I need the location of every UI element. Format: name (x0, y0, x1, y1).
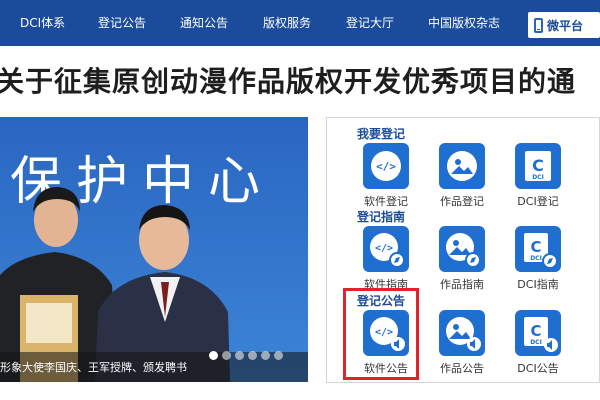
phone-icon (534, 17, 543, 33)
slideshow-dots (209, 351, 283, 360)
image-compass-icon (439, 226, 485, 272)
dci-guide-tile[interactable]: C DCI DCI指南 (502, 226, 574, 294)
tile-label: DCI登记 (517, 195, 559, 208)
dci-compass-icon: C DCI (515, 226, 561, 272)
slide-dot-6[interactable] (274, 351, 283, 360)
slide-caption[interactable]: 形象大使李国庆、王军授牌、颁发聘书 (0, 359, 187, 375)
slide-dot-5[interactable] (261, 351, 270, 360)
code-speaker-icon: </> (363, 310, 409, 356)
slide-dot-1[interactable] (209, 351, 218, 360)
work-guide-tile[interactable]: 作品指南 (426, 226, 498, 294)
software-registration-tile[interactable]: </> 软件登记 (350, 143, 422, 211)
slide-dot-3[interactable] (235, 351, 244, 360)
mobile-platform-label: 微平台 (547, 18, 584, 33)
tile-label: 作品公告 (440, 362, 484, 375)
image-speaker-icon (439, 310, 485, 356)
nav-item-dci-system[interactable]: DCI体系 (20, 0, 65, 46)
dci-registration-tile[interactable]: C DCI DCI登记 (502, 143, 574, 211)
page-title[interactable]: 关于征集原创动漫作品版权开发优秀项目的通 (0, 60, 600, 104)
svg-text:C: C (530, 322, 541, 340)
nav-item-announcements[interactable]: 通知公告 (180, 0, 228, 46)
image-icon (439, 143, 485, 189)
section-title-register: 我要登记 (357, 127, 406, 141)
work-registration-tile[interactable]: 作品登记 (426, 143, 498, 211)
tile-label: DCI公告 (517, 362, 559, 375)
nav-item-registration-hall[interactable]: 登记大厅 (346, 0, 394, 46)
code-compass-icon: </> (363, 226, 409, 272)
code-icon: </> (363, 143, 409, 189)
dci-speaker-icon: C DCI (515, 310, 561, 356)
news-slideshow[interactable]: 保护中心 形象大使李国庆、王军授牌、颁发聘书 (0, 117, 308, 382)
tile-label: 软件公告 (364, 362, 408, 375)
software-guide-tile[interactable]: </> 软件指南 (350, 226, 422, 294)
mobile-platform-button[interactable]: 微平台 (528, 12, 600, 38)
nav-item-china-copyright-magazine[interactable]: 中国版权杂志 (428, 0, 500, 46)
section-title-guide: 登记指南 (357, 210, 406, 224)
tile-label: 软件指南 (364, 278, 408, 291)
section-title-notices: 登记公告 (357, 294, 406, 308)
top-nav: DCI体系 登记公告 通知公告 版权服务 登记大厅 中国版权杂志 微平台 (0, 0, 600, 46)
svg-text:</>: </> (375, 327, 393, 338)
software-notice-tile[interactable]: </> 软件公告 (350, 310, 422, 378)
nav-item-copyright-services[interactable]: 版权服务 (263, 0, 311, 46)
work-notice-tile[interactable]: 作品公告 (426, 310, 498, 378)
svg-text:DCI: DCI (530, 255, 542, 262)
dci-notice-tile[interactable]: C DCI DCI公告 (502, 310, 574, 378)
svg-text:</>: </> (375, 243, 393, 254)
svg-text:DCI: DCI (530, 339, 542, 346)
dci-icon: C DCI (515, 143, 561, 189)
slideshow-photo: 保护中心 (0, 117, 308, 382)
svg-text:C: C (532, 156, 544, 175)
svg-text:DCI: DCI (532, 174, 544, 181)
svg-text:C: C (530, 238, 541, 256)
tile-label: 作品指南 (440, 278, 484, 291)
slide-dot-4[interactable] (248, 351, 257, 360)
tile-label: DCI指南 (517, 278, 559, 291)
tile-label: 作品登记 (440, 195, 484, 208)
nav-item-registration-notices[interactable]: 登记公告 (98, 0, 146, 46)
slide-dot-2[interactable] (222, 351, 231, 360)
tile-label: 软件登记 (364, 195, 408, 208)
svg-text:</>: </> (376, 160, 396, 173)
